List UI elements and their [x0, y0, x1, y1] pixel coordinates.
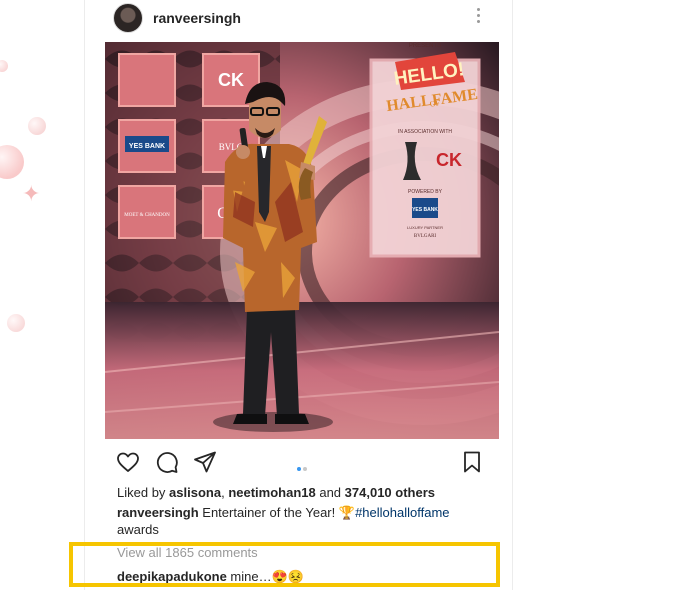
panel-bank-text: YES BANK — [129, 143, 165, 150]
caption-text: Entertainer of the Year! — [198, 505, 339, 520]
decor-bubble — [0, 60, 8, 72]
decor-bubble — [7, 314, 25, 332]
post-header: ranveersingh — [113, 3, 483, 33]
sign-powered-text: POWERED BY — [408, 189, 443, 195]
comment-icon[interactable] — [155, 450, 179, 474]
instagram-post: ranveersingh CK YES BANK BVLG MOET & CHA… — [84, 0, 513, 590]
likes-count[interactable]: 374,010 others — [345, 485, 435, 500]
caption: ranveersingh Entertainer of the Year! 🏆#… — [117, 504, 487, 538]
decor-star-icon: ✦ — [22, 181, 41, 206]
photo-illustration: CK YES BANK BVLG MOET & CHANDON O PRESEN… — [105, 42, 499, 439]
sign-ck-text: CK — [436, 150, 462, 170]
action-bar — [116, 450, 486, 474]
carousel-dot — [303, 467, 307, 471]
panel-moet-text: MOET & CHANDON — [124, 213, 170, 218]
sign-association-text: IN ASSOCIATION WITH — [398, 129, 452, 135]
send-icon[interactable] — [193, 450, 217, 474]
more-options-icon[interactable] — [475, 6, 481, 28]
sign-luxury-text: LUXURY PARTNER — [407, 225, 443, 230]
liker-username[interactable]: neetimohan18 — [228, 485, 315, 500]
sign-brand-text: BVLGARI — [414, 234, 437, 239]
post-photo[interactable]: CK YES BANK BVLG MOET & CHANDON O PRESEN… — [105, 42, 499, 439]
panel-ck-text: CK — [218, 70, 244, 90]
decor-bubble — [28, 117, 46, 135]
likes-line: Liked by aslisona, neetimohan18 and 374,… — [117, 485, 435, 500]
avatar[interactable] — [113, 3, 143, 33]
heart-icon[interactable] — [116, 450, 140, 474]
sign-bank-text: YES BANK — [412, 207, 438, 213]
caption-hashtag[interactable]: #hellohalloffame — [355, 505, 449, 520]
likes-prefix: Liked by — [117, 485, 170, 500]
liker-username[interactable]: aslisona — [169, 485, 221, 500]
bookmark-icon[interactable] — [460, 450, 484, 474]
caption-continuation: awards — [117, 522, 159, 537]
trophy-icon: 🏆 — [338, 505, 356, 520]
caption-username[interactable]: ranveersingh — [117, 505, 199, 520]
likes-and: and — [315, 485, 345, 500]
carousel-dot-active — [297, 467, 301, 471]
sign-presents-text: PRESENTS — [409, 43, 441, 49]
carousel-dots — [297, 458, 309, 476]
decor-bubble — [0, 145, 24, 179]
post-username[interactable]: ranveersingh — [153, 10, 241, 26]
highlight-box — [69, 542, 500, 587]
